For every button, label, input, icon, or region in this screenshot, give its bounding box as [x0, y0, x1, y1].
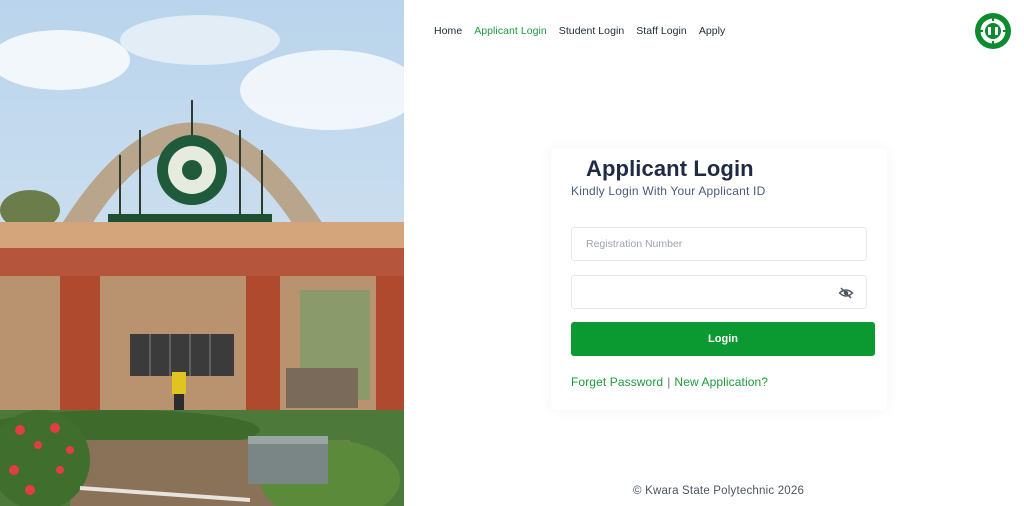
password-input[interactable]	[572, 276, 866, 308]
registration-number-input[interactable]	[572, 228, 866, 260]
footer-copyright: © Kwara State Polytechnic 2026	[633, 485, 805, 497]
nav-applicant-login[interactable]: Applicant Login	[474, 25, 547, 37]
login-subtitle: Kindly Login With Your Applicant ID	[571, 184, 766, 198]
link-separator: |	[667, 375, 671, 389]
nav-home[interactable]: Home	[434, 25, 462, 37]
auth-links: Forget Password | New Application?	[571, 375, 768, 389]
login-button[interactable]: Login	[571, 322, 875, 356]
nav-student-login[interactable]: Student Login	[559, 25, 624, 37]
campus-gate-photo	[0, 0, 404, 506]
password-field	[571, 275, 867, 309]
page-title: Applicant Login	[586, 156, 754, 181]
eye-off-icon[interactable]	[838, 285, 854, 301]
kwara-poly-crest-icon[interactable]	[975, 13, 1011, 49]
top-nav: Home Applicant Login Student Login Staff…	[434, 25, 737, 37]
nav-staff-login[interactable]: Staff Login	[636, 25, 687, 37]
forget-password-link[interactable]: Forget Password	[571, 375, 663, 389]
nav-apply[interactable]: Apply	[699, 25, 726, 37]
registration-field	[571, 227, 867, 261]
new-application-link[interactable]: New Application?	[674, 375, 768, 389]
